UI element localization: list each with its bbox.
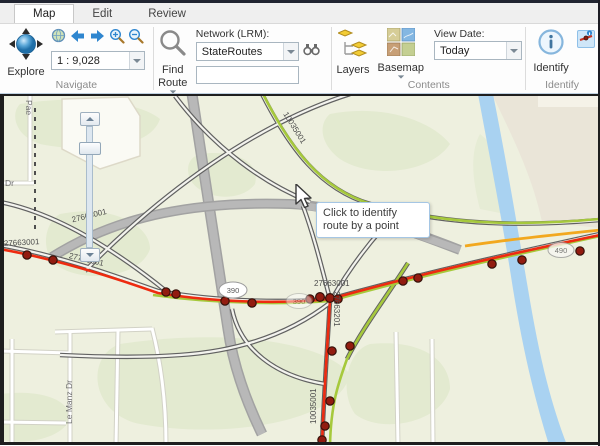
contents-group-label: Contents <box>332 79 525 93</box>
route-label: 27663001 <box>314 279 350 288</box>
tab-edit[interactable]: Edit <box>74 5 130 23</box>
explore-button[interactable]: Explore <box>3 28 49 78</box>
network-combo[interactable]: StateRoutes <box>196 42 299 61</box>
basemap-tiles-icon <box>387 28 415 61</box>
explore-icon <box>9 28 43 65</box>
tooltip-line2: route by a point <box>323 220 423 233</box>
identify-label: Identify <box>533 63 568 74</box>
chevron-up-icon <box>86 117 94 121</box>
zoom-slider-handle[interactable] <box>79 142 101 155</box>
forward-arrow-icon[interactable] <box>89 29 106 48</box>
explore-label: Explore <box>7 67 44 78</box>
tooltip-line1: Click to identify <box>323 207 423 220</box>
group-find: Find Route Network (LRM): StateRoutes <box>154 24 332 93</box>
street-label: Le Manz Dr <box>64 380 74 424</box>
identify-info-icon <box>537 28 565 61</box>
identify-route-point-tool[interactable] <box>577 30 595 48</box>
binoculars-icon[interactable] <box>303 41 320 62</box>
chevron-down-icon <box>86 253 94 257</box>
zoom-out-icon[interactable] <box>128 28 144 49</box>
shield-center: 390 <box>293 297 306 306</box>
scale-dropdown-button[interactable] <box>129 52 144 69</box>
chevron-down-icon <box>510 49 518 53</box>
basemap-label: Basemap <box>377 63 423 74</box>
view-date-combo[interactable]: Today <box>434 41 522 60</box>
network-lrm-label: Network (LRM): <box>196 28 320 40</box>
view-date-dropdown-button[interactable] <box>506 42 521 59</box>
scale-combo[interactable]: 1 : 9,028 <box>51 51 145 70</box>
network-value: StateRoutes <box>197 43 283 60</box>
scale-value: 1 : 9,028 <box>52 52 129 69</box>
identify-tooltip: Click to identify route by a point <box>316 202 430 238</box>
basemap-button[interactable]: Basemap <box>377 28 423 79</box>
mouse-cursor-icon <box>292 184 312 215</box>
back-arrow-icon[interactable] <box>69 29 86 48</box>
tab-review[interactable]: Review <box>130 5 204 23</box>
zoom-slider-up-button[interactable] <box>80 112 100 126</box>
view-date-value: Today <box>435 42 506 59</box>
identify-button[interactable]: Identify <box>533 28 568 74</box>
chevron-down-icon <box>398 75 404 78</box>
group-identify: Identify Identify <box>526 24 598 93</box>
view-date-label: View Date: <box>434 28 522 40</box>
zoom-slider-down-button[interactable] <box>80 248 100 262</box>
group-navigate: Explore 1 : 9,028 Navigate <box>0 24 153 93</box>
ribbon-tabstrip: Map Edit Review <box>0 3 598 24</box>
route-label: 27663201 <box>332 291 341 327</box>
shield-east: 490 <box>555 246 568 255</box>
tab-map[interactable]: Map <box>14 4 74 23</box>
map-canvas[interactable]: 390 390 490 27663001 27663001 27763001 2… <box>0 94 600 445</box>
network-dropdown-button[interactable] <box>283 43 298 60</box>
chevron-down-icon <box>287 50 295 54</box>
chevron-down-icon <box>133 59 141 63</box>
shield-west: 390 <box>227 286 240 295</box>
find-route-label-line2: Route <box>158 78 187 89</box>
layers-label: Layers <box>336 65 369 76</box>
route-label: 10035001 <box>309 388 318 424</box>
group-contents: Layers Basemap <box>332 24 525 93</box>
navigate-group-label: Navigate <box>0 79 153 93</box>
street-label: Dr <box>5 178 14 188</box>
zoom-in-icon[interactable] <box>109 28 125 49</box>
map-zoom-slider <box>78 112 102 262</box>
find-route-label-line1: Find <box>162 65 183 76</box>
globe-icon[interactable] <box>51 28 66 48</box>
route-label: 27663001 <box>4 237 41 248</box>
ribbon: Explore 1 : 9,028 Navigate <box>0 24 598 94</box>
find-route-magnifier-icon <box>158 28 188 63</box>
app-window: Map Edit Review <box>0 0 600 446</box>
identify-group-label: Identify <box>526 79 598 93</box>
find-route-button[interactable]: Find Route <box>158 28 188 94</box>
route-input[interactable] <box>196 66 299 84</box>
street-label: Pae <box>24 100 34 115</box>
layers-icon <box>338 28 368 63</box>
zoom-slider-ticks <box>34 108 36 232</box>
layers-button[interactable]: Layers <box>336 28 369 76</box>
identify-route-point-icon <box>579 30 593 49</box>
